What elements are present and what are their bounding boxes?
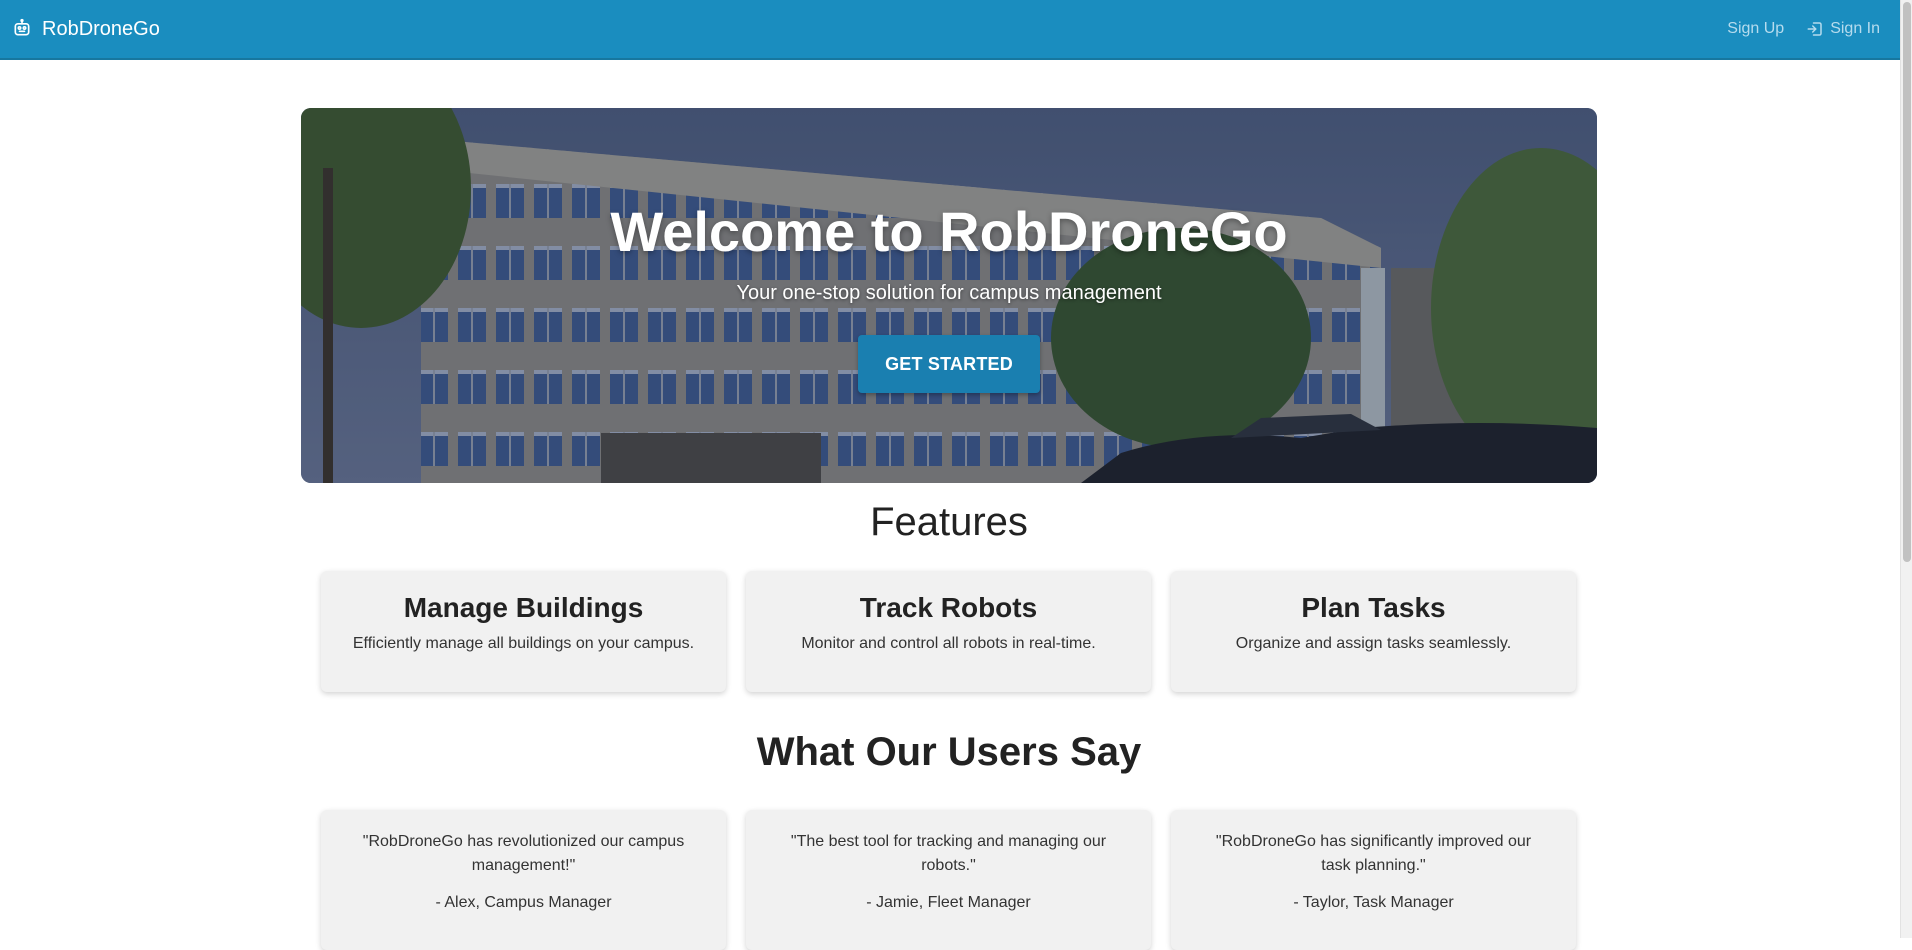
testimonials-heading: What Our Users Say [756, 730, 1142, 774]
hero-subtitle: Your one-stop solution for campus manage… [736, 282, 1162, 304]
feature-description: Efficiently manage all buildings on your… [352, 635, 695, 652]
testimonial-quote: "RobDroneGo has revolutionized our campu… [362, 833, 685, 874]
robot-icon [12, 18, 34, 40]
hero-content: Welcome to RobDroneGo Your one-stop solu… [301, 198, 1597, 393]
feature-card: Manage Buildings Efficiently manage all … [321, 571, 726, 692]
get-started-button[interactable]: GET STARTED [858, 335, 1040, 393]
app-header: RobDroneGo Sign Up Sign In [0, 0, 1900, 60]
features-list: Manage Buildings Efficiently manage all … [321, 571, 1577, 692]
feature-card: Plan Tasks Organize and assign tasks sea… [1171, 571, 1576, 692]
feature-card: Track Robots Monitor and control all rob… [746, 571, 1151, 692]
hero-banner: Welcome to RobDroneGo Your one-stop solu… [301, 108, 1597, 483]
signin-label: Sign In [1830, 20, 1880, 37]
testimonial-author: - Alex, Campus Manager [435, 894, 612, 911]
login-icon [1806, 20, 1824, 38]
scrollbar-thumb[interactable] [1903, 2, 1911, 562]
hero-title: Welcome to RobDroneGo [610, 200, 1288, 263]
testimonials-list: "RobDroneGo has revolutionized our campu… [321, 810, 1577, 950]
signin-link[interactable]: Sign In [1806, 20, 1880, 38]
feature-title: Manage Buildings [403, 592, 644, 623]
feature-title: Track Robots [859, 592, 1038, 623]
testimonial-card: "The best tool for tracking and managing… [746, 810, 1151, 950]
features-heading: Features [870, 500, 1028, 544]
testimonial-quote: "RobDroneGo has significantly improved o… [1215, 833, 1532, 874]
signup-link[interactable]: Sign Up [1727, 20, 1784, 38]
testimonial-card: "RobDroneGo has significantly improved o… [1171, 810, 1576, 950]
feature-description: Monitor and control all robots in real-t… [801, 635, 1096, 652]
testimonial-author: - Taylor, Task Manager [1293, 894, 1454, 911]
testimonial-quote: "The best tool for tracking and managing… [790, 833, 1107, 874]
testimonial-card: "RobDroneGo has revolutionized our campu… [321, 810, 726, 950]
brand-name: RobDroneGo [42, 17, 160, 40]
feature-title: Plan Tasks [1301, 592, 1446, 623]
feature-description: Organize and assign tasks seamlessly. [1235, 635, 1512, 652]
brand-link[interactable]: RobDroneGo [12, 18, 160, 41]
header-nav: Sign Up Sign In [1727, 20, 1880, 38]
testimonial-author: - Jamie, Fleet Manager [866, 894, 1031, 911]
page-scrollbar[interactable] [1900, 0, 1912, 938]
